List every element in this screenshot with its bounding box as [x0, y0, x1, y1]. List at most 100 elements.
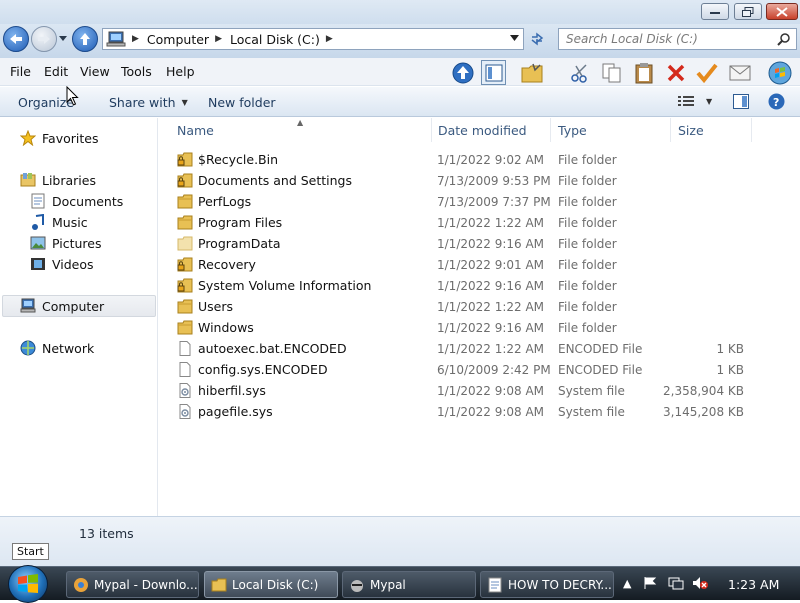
toolbar-paste-button[interactable]: [631, 60, 656, 85]
menu-file[interactable]: File: [10, 64, 31, 79]
menu-tools[interactable]: Tools: [121, 64, 152, 79]
column-header-date[interactable]: Date modified: [430, 118, 551, 142]
taskbar-task-label: Local Disk (C:): [232, 577, 319, 592]
toolbar-up-button[interactable]: [450, 60, 475, 85]
file-row[interactable]: config.sys.ENCODED 6/10/2009 2:42 PM ENCOD…: [159, 359, 800, 380]
windows-flag-icon: [768, 61, 791, 84]
nav-libraries[interactable]: Libraries: [20, 172, 96, 188]
toolbar-brand-button[interactable]: [767, 60, 792, 85]
share-with-button[interactable]: Share with ▼: [109, 95, 188, 110]
preview-pane-icon: [733, 94, 749, 109]
back-arrow-icon: [10, 34, 22, 44]
picture-icon: [30, 236, 46, 250]
nav-favorites[interactable]: Favorites: [20, 130, 98, 146]
taskbar-clock[interactable]: 1:23 AM: [728, 577, 779, 592]
taskbar-mypal[interactable]: Mypal: [342, 571, 476, 598]
file-type: File folder: [558, 174, 617, 188]
column-header-size[interactable]: Size: [670, 118, 752, 142]
file-row[interactable]: PerfLogs 7/13/2009 7:37 PM File folder: [159, 191, 800, 212]
maximize-button[interactable]: [734, 3, 762, 20]
file-size: 3,145,208 KB: [663, 405, 744, 419]
file-row[interactable]: System Volume Information 1/1/2022 9:16 A…: [159, 275, 800, 296]
nav-network[interactable]: Network: [20, 340, 94, 356]
refresh-button[interactable]: [528, 30, 546, 48]
file-row[interactable]: Windows 1/1/2022 9:16 AM File folder: [159, 317, 800, 338]
file-row[interactable]: pagefile.sys 1/1/2022 9:08 AM System file 3…: [159, 401, 800, 422]
preview-pane-button[interactable]: [733, 94, 749, 109]
chevron-right-icon[interactable]: ▶: [326, 34, 333, 44]
file-row[interactable]: Users 1/1/2022 1:22 AM File folder: [159, 296, 800, 317]
file-size: 1 KB: [716, 363, 744, 377]
toolbar-envelope-button[interactable]: [727, 60, 752, 85]
preview-pane-icon: [485, 64, 502, 81]
breadcrumb-computer[interactable]: Computer: [147, 32, 209, 47]
menu-help[interactable]: Help: [166, 64, 195, 79]
file-row[interactable]: Documents and Settings 7/13/2009 9:53 PM F…: [159, 170, 800, 191]
up-arrow-icon: [80, 33, 90, 45]
search-icon[interactable]: [777, 32, 791, 46]
menu-view[interactable]: View: [80, 64, 110, 79]
taskbar-local-disk[interactable]: Local Disk (C:): [204, 571, 338, 598]
address-bar[interactable]: ▶ Computer ▶ Local Disk (C:) ▶: [102, 28, 524, 50]
file-date-modified: 6/10/2009 2:42 PM: [437, 363, 551, 377]
start-button[interactable]: [8, 565, 48, 603]
file-row[interactable]: ProgramData 1/1/2022 9:16 AM File folder: [159, 233, 800, 254]
file-type: ENCODED File: [558, 342, 643, 356]
action-center-flag-icon[interactable]: [643, 576, 657, 590]
tray-expand-icon[interactable]: ▲: [623, 577, 631, 590]
new-folder-button[interactable]: New folder: [208, 95, 276, 110]
toolbar-folder-options-button[interactable]: [519, 60, 544, 85]
column-header-type[interactable]: Type: [550, 118, 671, 142]
file-date-modified: 1/1/2022 9:08 AM: [437, 405, 545, 419]
nav-videos-label: Videos: [52, 256, 94, 272]
file-name: autoexec.bat.ENCODED: [198, 341, 347, 356]
nav-music[interactable]: Music: [30, 214, 88, 230]
chevron-right-icon[interactable]: ▶: [215, 34, 222, 44]
nav-network-label: Network: [42, 340, 95, 356]
chevron-right-icon[interactable]: ▶: [132, 34, 139, 44]
toolbar-copy-button[interactable]: [599, 60, 624, 85]
recent-pages-dropdown-icon[interactable]: [59, 36, 67, 41]
toolbar-properties-button[interactable]: [694, 60, 719, 85]
view-options-button[interactable]: ▼: [678, 95, 712, 107]
locked-folder-icon: [177, 257, 193, 272]
share-with-label: Share with: [109, 95, 176, 110]
network-tray-icon[interactable]: [668, 576, 684, 590]
nav-computer-label: Computer: [42, 298, 105, 314]
file-row[interactable]: Recovery 1/1/2022 9:01 AM File folder: [159, 254, 800, 275]
help-button[interactable]: ?: [768, 93, 785, 110]
volume-muted-icon[interactable]: [692, 576, 708, 590]
toolbar-delete-button[interactable]: [663, 60, 688, 85]
nav-pictures[interactable]: Pictures: [30, 235, 102, 251]
nav-computer[interactable]: Computer: [20, 298, 104, 314]
breadcrumb-local-disk[interactable]: Local Disk (C:): [230, 32, 320, 47]
file-date-modified: 1/1/2022 1:22 AM: [437, 342, 545, 356]
nav-documents[interactable]: Documents: [30, 193, 123, 209]
file-list: ▲ Name Date modified Type Size $Recycle.…: [159, 118, 800, 516]
file-row[interactable]: $Recycle.Bin 1/1/2022 9:02 AM File folder: [159, 149, 800, 170]
forward-button[interactable]: [31, 26, 57, 52]
close-button[interactable]: [766, 3, 798, 20]
toolbar-cut-button[interactable]: [567, 60, 592, 85]
file-row[interactable]: Program Files 1/1/2022 1:22 AM File folder: [159, 212, 800, 233]
menu-edit[interactable]: Edit: [44, 64, 68, 79]
toolbar-panes-button[interactable]: [481, 60, 506, 85]
up-button[interactable]: [72, 26, 98, 52]
column-header-name[interactable]: Name: [169, 118, 432, 142]
star-icon: [20, 130, 36, 146]
copy-icon: [602, 63, 620, 82]
nav-music-label: Music: [52, 214, 88, 230]
taskbar-mypal-download[interactable]: Mypal - Downlo...: [66, 571, 199, 598]
file-type: File folder: [558, 258, 617, 272]
system-file-icon: [177, 404, 193, 419]
title-bar: [0, 0, 800, 24]
file-row[interactable]: hiberfil.sys 1/1/2022 9:08 AM System file 2…: [159, 380, 800, 401]
address-dropdown-icon[interactable]: [510, 35, 519, 41]
back-button[interactable]: [3, 26, 29, 52]
search-input[interactable]: Search Local Disk (C:): [558, 28, 797, 50]
file-row[interactable]: autoexec.bat.ENCODED 1/1/2022 1:22 AM ENCO…: [159, 338, 800, 359]
minimize-button[interactable]: [701, 3, 729, 20]
file-name: Users: [198, 299, 234, 314]
taskbar-how-to-decrypt[interactable]: HOW TO DECRY...: [480, 571, 614, 598]
nav-videos[interactable]: Videos: [30, 256, 94, 272]
